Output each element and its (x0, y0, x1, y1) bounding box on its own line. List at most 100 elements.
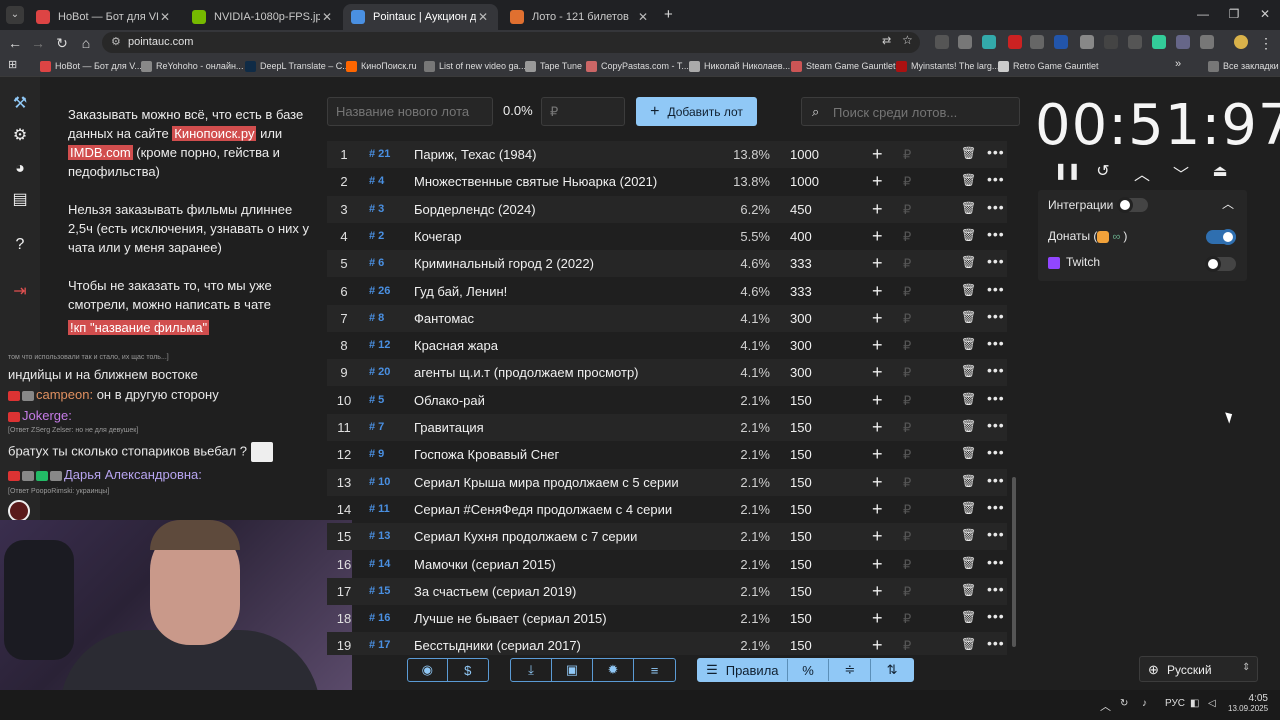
lot-name[interactable]: агенты щ.и.т (продолжаем просмотр) (414, 365, 639, 380)
lot-amount[interactable]: 150 (790, 611, 812, 626)
delete-trash-icon[interactable]: 🗑 (961, 364, 976, 378)
new-tab-icon[interactable]: + (664, 6, 673, 23)
lot-row[interactable]: 12 # 9 Госпожа Кровавый Снег 2.1% 150 + ₽ 🗑 ••• (327, 441, 1007, 468)
lot-name[interactable]: Криминальный город 2 (2022) (414, 256, 594, 271)
lot-amount[interactable]: 150 (790, 557, 812, 572)
close-icon[interactable]: ✕ (636, 10, 650, 24)
collapse-chevron-up-icon[interactable]: ︿ (1222, 195, 1234, 212)
more-options-icon[interactable]: ••• (987, 253, 1005, 269)
more-options-icon[interactable]: ••• (987, 526, 1005, 542)
add-amount-plus-icon[interactable]: + (872, 417, 883, 438)
close-window-icon[interactable]: ✕ (1250, 4, 1280, 24)
bookmark-item[interactable]: Tape Tune (525, 59, 582, 73)
add-amount-plus-icon[interactable]: + (872, 281, 883, 302)
delete-trash-icon[interactable]: 🗑 (961, 446, 976, 460)
integrations-master-toggle[interactable] (1117, 197, 1148, 213)
delete-trash-icon[interactable]: 🗑 (961, 419, 976, 433)
bookmark-item[interactable]: КиноПоиск.ru (346, 59, 417, 73)
delete-trash-icon[interactable]: 🗑 (961, 610, 976, 624)
lot-name[interactable]: Бордерлендс (2024) (414, 202, 536, 217)
settings-gear-icon[interactable]: ⚙ (10, 126, 30, 146)
ruble-input-icon[interactable]: ₽ (903, 338, 911, 354)
lot-row[interactable]: 18 # 16 Лучше не бывает (сериал 2015) 2.1% 1… (327, 605, 1007, 632)
wheel-pie-icon[interactable]: ◕ (10, 159, 30, 179)
lot-name[interactable]: Бесстыдники (сериал 2017) (414, 638, 581, 653)
bookmark-item[interactable]: DeepL Translate – C... (245, 59, 350, 73)
browser-tab[interactable]: Лото - 121 билетов ✕ (502, 4, 658, 30)
bookmark-item[interactable]: HoBot — Бот для V... (40, 59, 142, 73)
more-options-icon[interactable]: ••• (987, 335, 1005, 351)
add-amount-plus-icon[interactable]: + (872, 335, 883, 356)
github-icon[interactable]: ◉ (408, 659, 448, 681)
lot-amount[interactable]: 1000 (790, 174, 819, 189)
ruble-input-icon[interactable]: ₽ (903, 256, 911, 272)
bookmark-item[interactable]: Myinstants! The larg... (896, 59, 999, 73)
lot-row[interactable]: 8 # 12 Красная жара 4.1% 300 + ₽ 🗑 ••• (327, 332, 1007, 359)
bookmark-item[interactable]: ReYohoho - онлайн... (141, 59, 243, 73)
lot-row[interactable]: 14 # 11 Сериал #СеняФедя продолжаем с 4 се… (327, 496, 1007, 523)
lot-row[interactable]: 11 # 7 Гравитация 2.1% 150 + ₽ 🗑 ••• (327, 414, 1007, 441)
lot-name[interactable]: Множественные святые Ньюарка (2021) (414, 174, 657, 189)
extension-icon[interactable] (935, 35, 949, 49)
ruble-input-icon[interactable]: ₽ (903, 420, 911, 436)
delete-trash-icon[interactable]: 🗑 (961, 255, 976, 269)
more-options-icon[interactable]: ••• (987, 226, 1005, 242)
lot-name[interactable]: Сериал Кухня продолжаем с 7 серии (414, 529, 637, 544)
ruble-input-icon[interactable]: ₽ (903, 229, 911, 245)
restore-icon[interactable]: ❐ (1219, 4, 1249, 24)
donations-toggle[interactable] (1206, 229, 1236, 245)
close-icon[interactable]: ✕ (320, 10, 334, 24)
browser-tab[interactable]: HoBot — Бот для VK Video Live ✕ (28, 4, 180, 30)
lot-name[interactable]: За счастьем (сериал 2019) (414, 584, 576, 599)
add-amount-plus-icon[interactable]: + (872, 226, 883, 247)
lot-name[interactable]: Мамочки (сериал 2015) (414, 557, 556, 572)
lot-row[interactable]: 19 # 17 Бесстыдники (сериал 2017) 2.1% 150 + ₽… (327, 632, 1007, 655)
more-options-icon[interactable]: ••• (987, 635, 1005, 651)
lot-row[interactable]: 3 # 3 Бордерлендс (2024) 6.2% 450 + ₽ 🗑 ••• (327, 195, 1007, 223)
extension-icon[interactable] (1030, 35, 1044, 49)
add-amount-plus-icon[interactable]: + (872, 390, 883, 411)
home-icon[interactable]: ⌂ (76, 33, 96, 53)
ruble-input-icon[interactable]: ₽ (903, 638, 911, 654)
microphone-icon[interactable]: ♪ (1142, 698, 1147, 709)
profile-avatar-icon[interactable] (1234, 35, 1248, 49)
delete-trash-icon[interactable]: 🗑 (961, 283, 976, 297)
add-amount-plus-icon[interactable]: + (872, 253, 883, 274)
bookmark-item[interactable]: List of new video ga... (424, 59, 526, 73)
lot-name[interactable]: Фантомас (414, 311, 474, 326)
lot-row[interactable]: 6 # 26 Гуд бай, Ленин! 4.6% 333 + ₽ 🗑 ••• (327, 278, 1007, 305)
site-info-icon[interactable]: ⚙ (111, 35, 121, 48)
lot-row[interactable]: 7 # 8 Фантомас 4.1% 300 + ₽ 🗑 ••• (327, 304, 1007, 332)
more-options-icon[interactable]: ••• (987, 362, 1005, 378)
lot-name[interactable]: Париж, Техас (1984) (414, 147, 536, 162)
add-lot-button[interactable]: + Добавить лот (636, 97, 757, 126)
more-options-icon[interactable]: ••• (987, 581, 1005, 597)
delete-trash-icon[interactable]: 🗑 (961, 173, 976, 187)
network-icon[interactable]: ◧ (1190, 698, 1199, 709)
lot-name[interactable]: Сериал Крыша мира продолжаем с 5 серии (414, 475, 679, 490)
keyboard-language[interactable]: РУС (1165, 698, 1185, 709)
back-icon[interactable]: ← (5, 33, 25, 53)
apps-grid-icon[interactable]: ⊞ (8, 58, 17, 71)
ruble-input-icon[interactable]: ₽ (903, 475, 911, 491)
close-icon[interactable]: ✕ (476, 10, 490, 24)
lot-amount[interactable]: 150 (790, 420, 812, 435)
lot-row[interactable]: 10 # 5 Облако-рай 2.1% 150 + ₽ 🗑 ••• (327, 387, 1007, 414)
more-options-icon[interactable]: ••• (987, 554, 1005, 570)
bug-icon[interactable]: ✹ (593, 659, 634, 681)
extensions-puzzle-icon[interactable] (1200, 35, 1214, 49)
add-amount-plus-icon[interactable]: + (872, 608, 883, 629)
delete-trash-icon[interactable]: 🗑 (961, 528, 976, 542)
tray-app-icon[interactable]: ↻ (1120, 698, 1128, 709)
rules-button[interactable]: ☰ Правила (698, 659, 788, 681)
browser-tab[interactable]: NVIDIA-1080p-FPS.jpg (3840×2160) ✕ (184, 4, 342, 30)
tab-search-button[interactable]: ⌄ (6, 6, 24, 24)
lot-row[interactable]: 15 # 13 Сериал Кухня продолжаем с 7 серии 2… (327, 523, 1007, 551)
lot-name[interactable]: Кочегар (414, 229, 461, 244)
donate-dollar-icon[interactable]: $ (448, 659, 488, 681)
ruble-input-icon[interactable]: ₽ (903, 529, 911, 545)
more-options-icon[interactable]: ••• (987, 444, 1005, 460)
lot-amount[interactable]: 300 (790, 338, 812, 353)
add-amount-plus-icon[interactable]: + (872, 199, 883, 220)
lot-row[interactable]: 2 # 4 Множественные святые Ньюарка (2021) 1… (327, 168, 1007, 195)
